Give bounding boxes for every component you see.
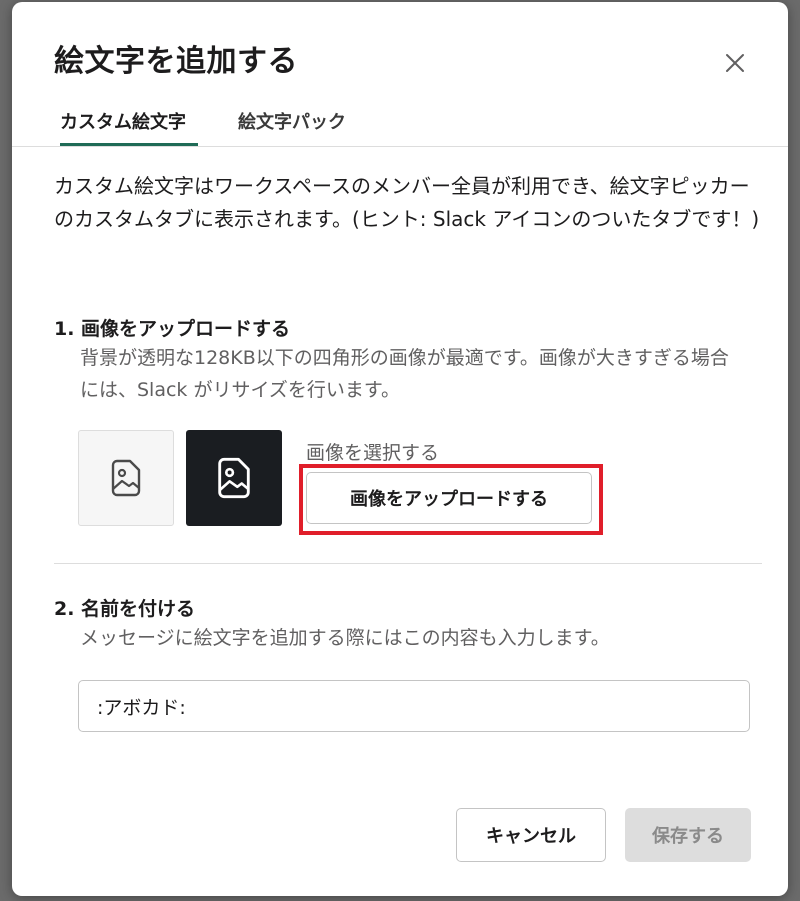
tab-custom-emoji[interactable]: カスタム絵文字 <box>60 108 186 134</box>
close-icon <box>726 54 744 72</box>
image-preview-dark <box>186 430 282 526</box>
cancel-button[interactable]: キャンセル <box>456 808 606 862</box>
select-image-label: 画像を選択する <box>306 442 440 464</box>
close-button[interactable] <box>718 46 752 80</box>
name-section-description: メッセージに絵文字を追加する際にはこの内容も入力します。 <box>80 627 610 649</box>
tab-emoji-packs[interactable]: 絵文字パック <box>238 108 346 134</box>
image-placeholder-icon <box>218 457 250 499</box>
upload-image-button[interactable]: 画像をアップロードする <box>306 472 592 524</box>
name-section-title: 2. 名前を付ける <box>54 598 196 620</box>
tab-bar: カスタム絵文字 絵文字パック <box>12 98 788 147</box>
image-preview-light <box>78 430 174 526</box>
upload-section-title: 1. 画像をアップロードする <box>54 318 291 340</box>
dialog-description: カスタム絵文字はワークスペースのメンバー全員が利用でき、絵文字ピッカーのカスタム… <box>54 174 760 231</box>
image-placeholder-icon <box>111 459 141 497</box>
section-divider <box>54 563 762 564</box>
emoji-name-input[interactable] <box>78 680 750 732</box>
upload-section-description: 背景が透明な128KB以下の四角形の画像が最適です。画像が大きすぎる場合には、S… <box>80 347 729 401</box>
save-button[interactable]: 保存する <box>625 808 751 862</box>
active-tab-indicator <box>60 143 198 146</box>
dialog-title: 絵文字を追加する <box>54 44 298 79</box>
add-emoji-dialog: 絵文字を追加する カスタム絵文字 絵文字パック カスタム絵文字はワークスペースの… <box>12 2 788 896</box>
